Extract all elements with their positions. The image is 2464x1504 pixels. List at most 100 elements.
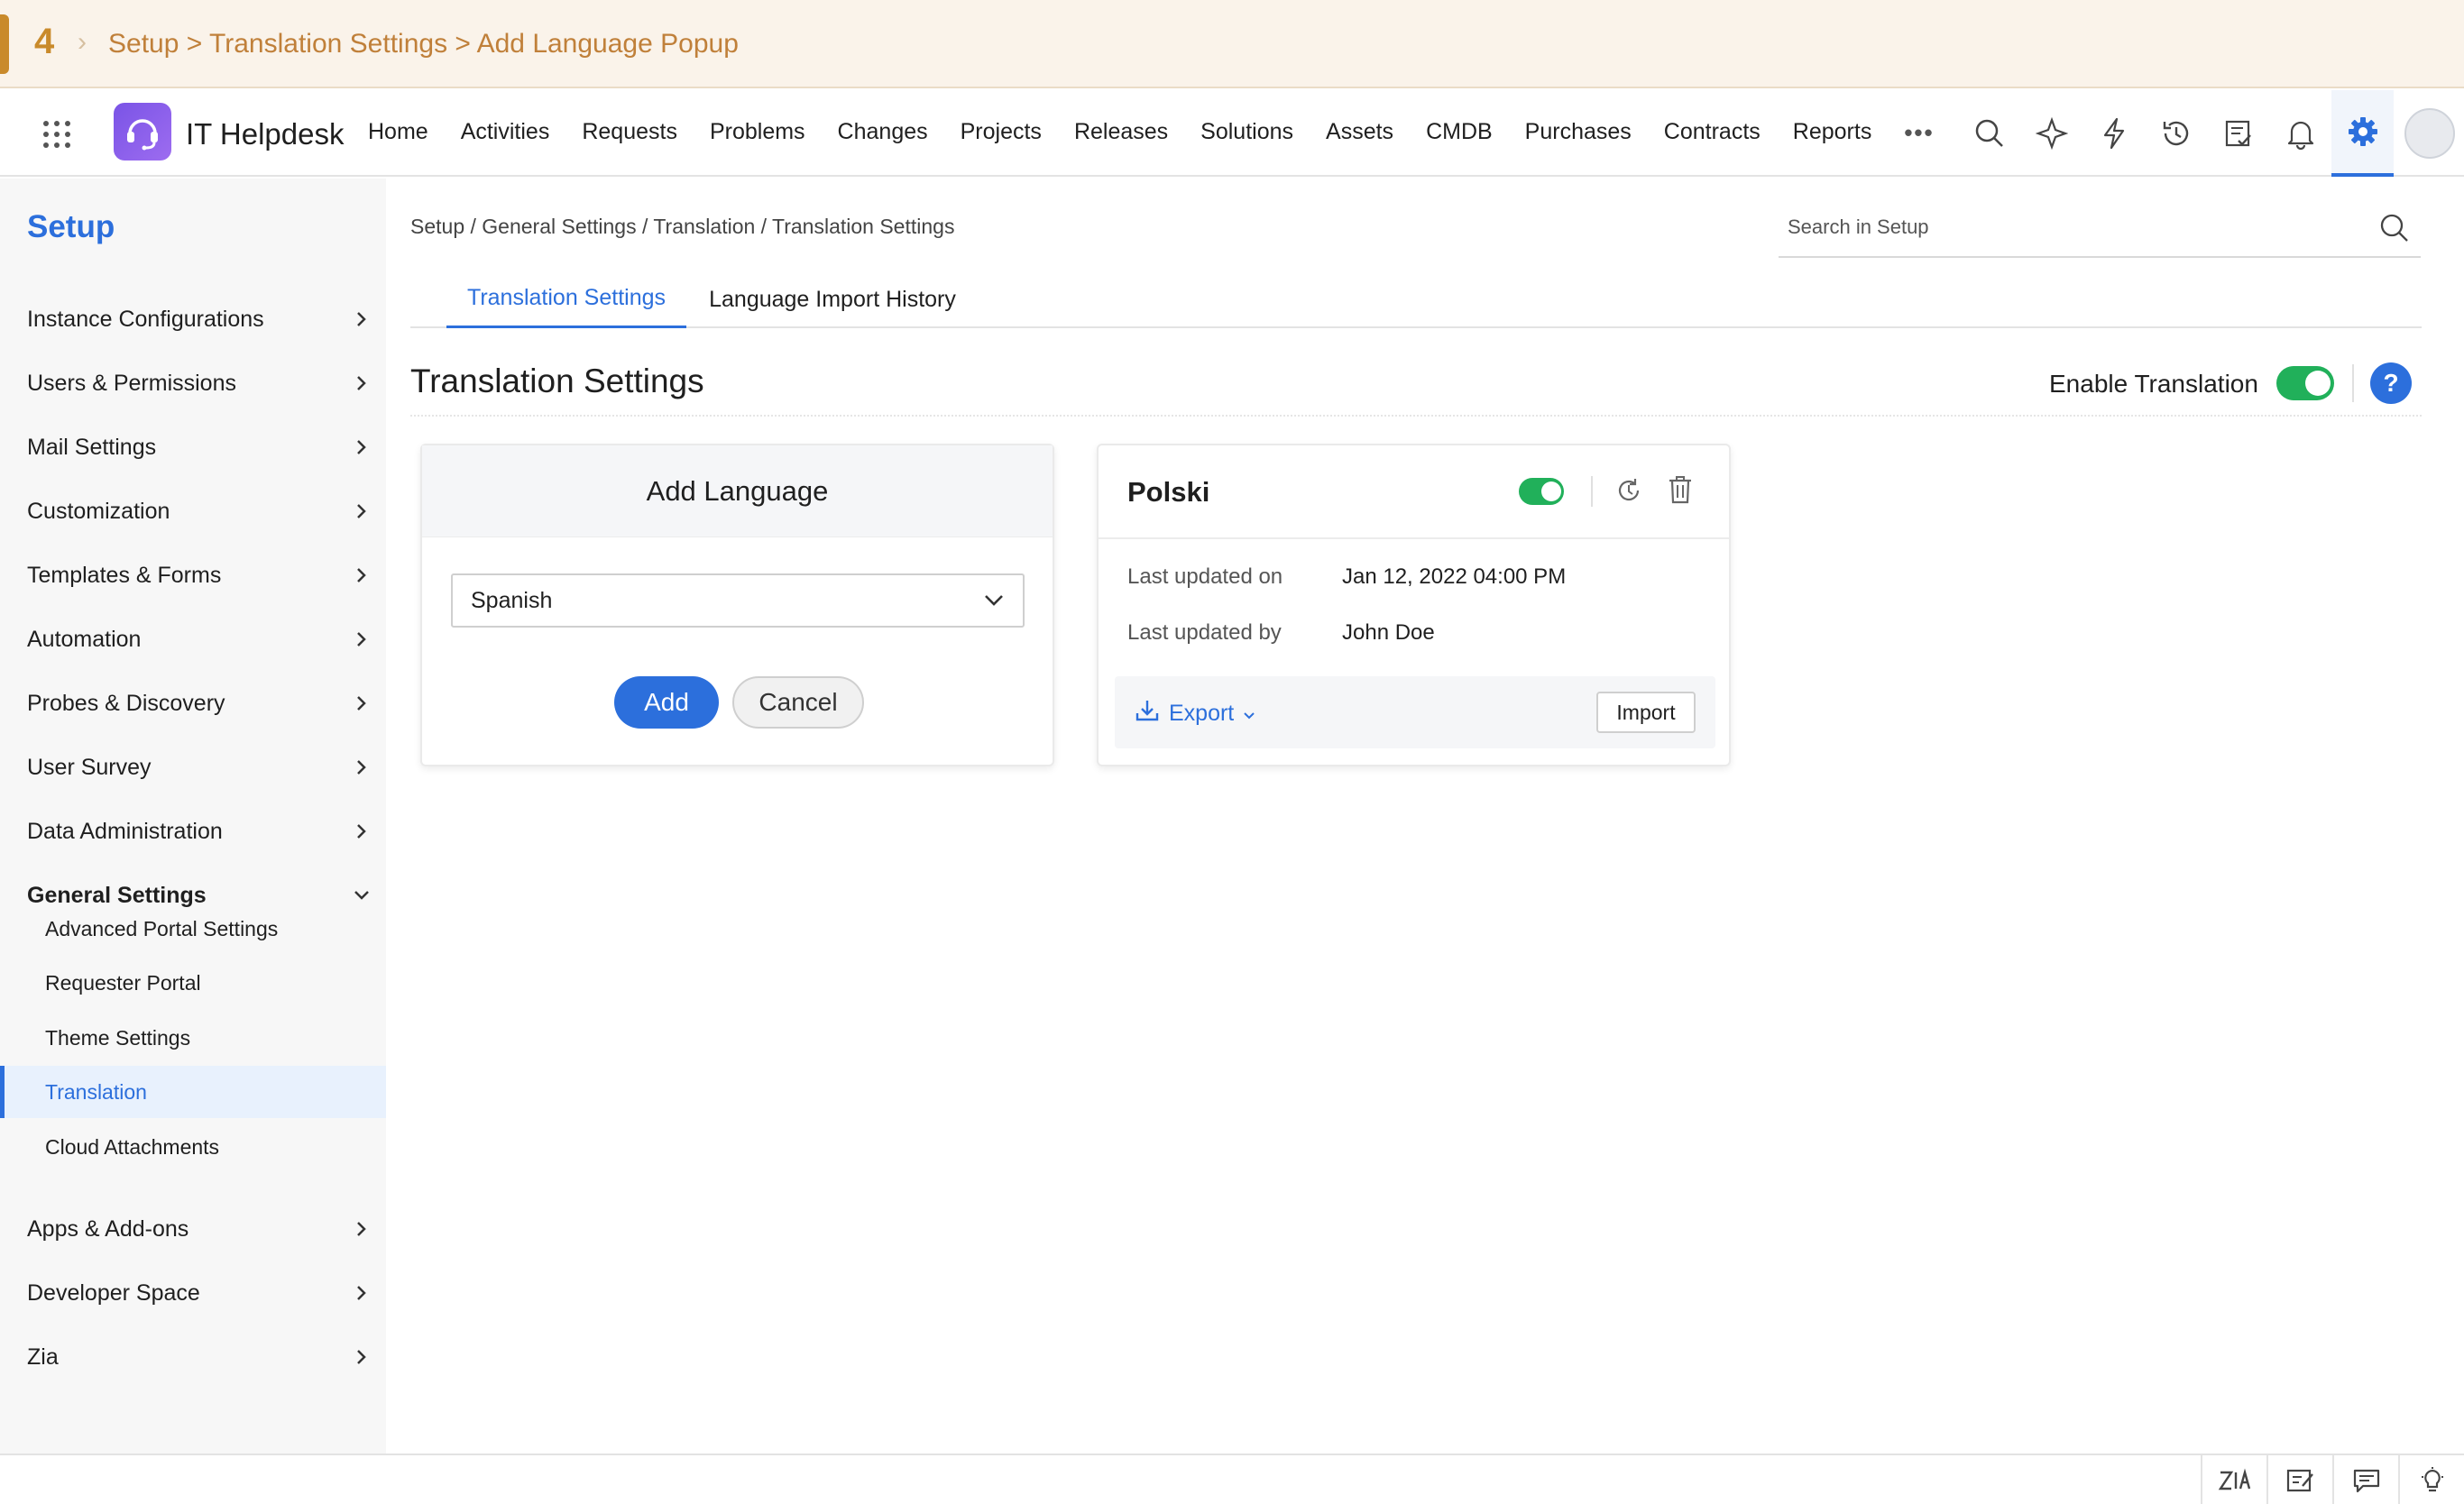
- helpdesk-logo-icon[interactable]: [114, 103, 171, 160]
- bottom-icon-group: [2201, 1455, 2464, 1504]
- chevron-right-icon: [350, 564, 373, 587]
- last-updated-by-label: Last updated by: [1127, 620, 1282, 645]
- chevron-down-icon: [1243, 701, 1255, 727]
- search-input[interactable]: [1779, 200, 2338, 254]
- refresh-icon[interactable]: [1614, 476, 1643, 509]
- enable-translation-label: Enable Translation: [2049, 370, 2258, 398]
- nav-releases[interactable]: Releases: [1074, 119, 1168, 147]
- more-menu-icon[interactable]: •••: [1904, 119, 1934, 147]
- notes-icon[interactable]: [2266, 1455, 2332, 1504]
- trash-icon[interactable]: [1667, 474, 1694, 509]
- sidebar-item-label: Customization: [27, 498, 170, 524]
- toggle-knob: [2305, 371, 2331, 396]
- divider: [410, 415, 2422, 417]
- sparkle-icon[interactable]: [2020, 90, 2082, 177]
- nav-reports[interactable]: Reports: [1793, 119, 1872, 147]
- nav-requests[interactable]: Requests: [582, 119, 677, 147]
- last-updated-by-value: John Doe: [1342, 620, 1435, 645]
- sidebar-item-label: Probes & Discovery: [27, 690, 225, 716]
- nav-cmdb[interactable]: CMDB: [1426, 119, 1493, 147]
- add-button[interactable]: Add: [614, 676, 719, 729]
- nav-problems[interactable]: Problems: [710, 119, 805, 147]
- sidebar-item-probes-discovery[interactable]: Probes & Discovery: [27, 676, 373, 730]
- last-updated-on-value: Jan 12, 2022 04:00 PM: [1342, 564, 1567, 589]
- sidebar-subitem-cloud-attachments[interactable]: Cloud Attachments: [0, 1121, 386, 1173]
- chevron-right-icon: [350, 307, 373, 331]
- sidebar-item-customization[interactable]: Customization: [27, 484, 373, 538]
- sidebar-item-label: Instance Configurations: [27, 306, 264, 332]
- search-icon[interactable]: [2379, 213, 2410, 248]
- sidebar-item-apps-addons[interactable]: Apps & Add-ons: [27, 1202, 373, 1256]
- export-dropdown[interactable]: Export: [1135, 698, 1255, 729]
- chevron-right-icon: ›: [78, 27, 87, 57]
- sidebar-title: Setup: [27, 209, 115, 244]
- setup-search: [1779, 200, 2421, 258]
- sidebar-item-automation[interactable]: Automation: [27, 612, 373, 666]
- enable-translation-toggle[interactable]: [2276, 366, 2334, 400]
- sidebar-item-label: Developer Space: [27, 1279, 200, 1306]
- app-title[interactable]: IT Helpdesk: [186, 117, 344, 151]
- nav-changes[interactable]: Changes: [838, 119, 928, 147]
- checklist-icon[interactable]: [2207, 90, 2269, 177]
- step-banner: 4 › Setup > Translation Settings > Add L…: [0, 0, 2464, 88]
- chevron-right-icon: [350, 436, 373, 459]
- breadcrumb[interactable]: Setup / General Settings / Translation /…: [410, 215, 954, 239]
- bell-icon[interactable]: [2269, 90, 2331, 177]
- app-grid-icon[interactable]: [43, 121, 70, 148]
- sidebar-item-templates-forms[interactable]: Templates & Forms: [27, 548, 373, 602]
- main-menu: Home Activities Requests Problems Change…: [368, 119, 1935, 147]
- chevron-right-icon: [350, 1217, 373, 1241]
- sidebar-subitem-theme-settings[interactable]: Theme Settings: [0, 1012, 386, 1064]
- language-enabled-toggle[interactable]: [1519, 478, 1564, 505]
- language-name: Polski: [1127, 476, 1210, 508]
- sidebar-item-zia[interactable]: Zia: [27, 1330, 373, 1384]
- sidebar-item-mail-settings[interactable]: Mail Settings: [27, 420, 373, 474]
- lightning-icon[interactable]: [2082, 90, 2145, 177]
- settings-tabs: Translation Settings Language Import His…: [410, 271, 2422, 328]
- zia-icon[interactable]: [2201, 1455, 2266, 1504]
- add-language-popup: Add Language Spanish Add Cancel: [420, 444, 1054, 766]
- gear-icon[interactable]: [2331, 90, 2394, 177]
- bottom-toolbar: [0, 1454, 2464, 1504]
- selected-language: Spanish: [471, 587, 553, 613]
- sidebar-subitem-advanced-portal-settings[interactable]: Advanced Portal Settings: [0, 903, 386, 955]
- history-icon[interactable]: [2145, 90, 2207, 177]
- nav-assets[interactable]: Assets: [1326, 119, 1393, 147]
- chevron-right-icon: [350, 628, 373, 651]
- avatar[interactable]: [2404, 108, 2455, 159]
- setup-sidebar: Setup Instance Configurations Users & Pe…: [0, 179, 386, 1454]
- chevron-right-icon: [350, 1281, 373, 1305]
- sidebar-item-users-permissions[interactable]: Users & Permissions: [27, 356, 373, 410]
- sidebar-item-label: Users & Permissions: [27, 370, 236, 396]
- tab-translation-settings[interactable]: Translation Settings: [446, 271, 686, 328]
- sidebar-item-developer-space[interactable]: Developer Space: [27, 1266, 373, 1320]
- search-icon[interactable]: [1958, 90, 2020, 177]
- sidebar-item-label: Automation: [27, 626, 142, 652]
- popup-title: Add Language: [422, 445, 1053, 537]
- chevron-right-icon: [350, 820, 373, 843]
- nav-contracts[interactable]: Contracts: [1664, 119, 1761, 147]
- sidebar-subitem-translation[interactable]: Translation: [0, 1066, 386, 1118]
- language-select[interactable]: Spanish: [451, 573, 1025, 628]
- nav-home[interactable]: Home: [368, 119, 428, 147]
- import-button[interactable]: Import: [1596, 692, 1696, 733]
- nav-purchases[interactable]: Purchases: [1525, 119, 1632, 147]
- nav-activities[interactable]: Activities: [461, 119, 550, 147]
- chat-icon[interactable]: [2332, 1455, 2398, 1504]
- lightbulb-icon[interactable]: [2398, 1455, 2464, 1504]
- tab-language-import-history[interactable]: Language Import History: [699, 271, 966, 328]
- sidebar-item-instance-configurations[interactable]: Instance Configurations: [27, 292, 373, 346]
- chevron-right-icon: [350, 692, 373, 715]
- language-card-footer: Export Import: [1115, 676, 1715, 748]
- help-icon[interactable]: ?: [2370, 362, 2412, 404]
- sidebar-item-user-survey[interactable]: User Survey: [27, 740, 373, 794]
- nav-projects[interactable]: Projects: [961, 119, 1042, 147]
- top-navigation: IT Helpdesk Home Activities Requests Pro…: [0, 90, 2464, 177]
- cancel-button[interactable]: Cancel: [732, 676, 864, 729]
- step-number: 4: [34, 22, 55, 61]
- language-card-polski: Polski Last updated on Jan 12, 2022 04:0…: [1097, 444, 1731, 766]
- sidebar-item-data-administration[interactable]: Data Administration: [27, 804, 373, 858]
- nav-solutions[interactable]: Solutions: [1200, 119, 1293, 147]
- sidebar-subitem-requester-portal[interactable]: Requester Portal: [0, 957, 386, 1009]
- chevron-down-icon: [983, 588, 1005, 614]
